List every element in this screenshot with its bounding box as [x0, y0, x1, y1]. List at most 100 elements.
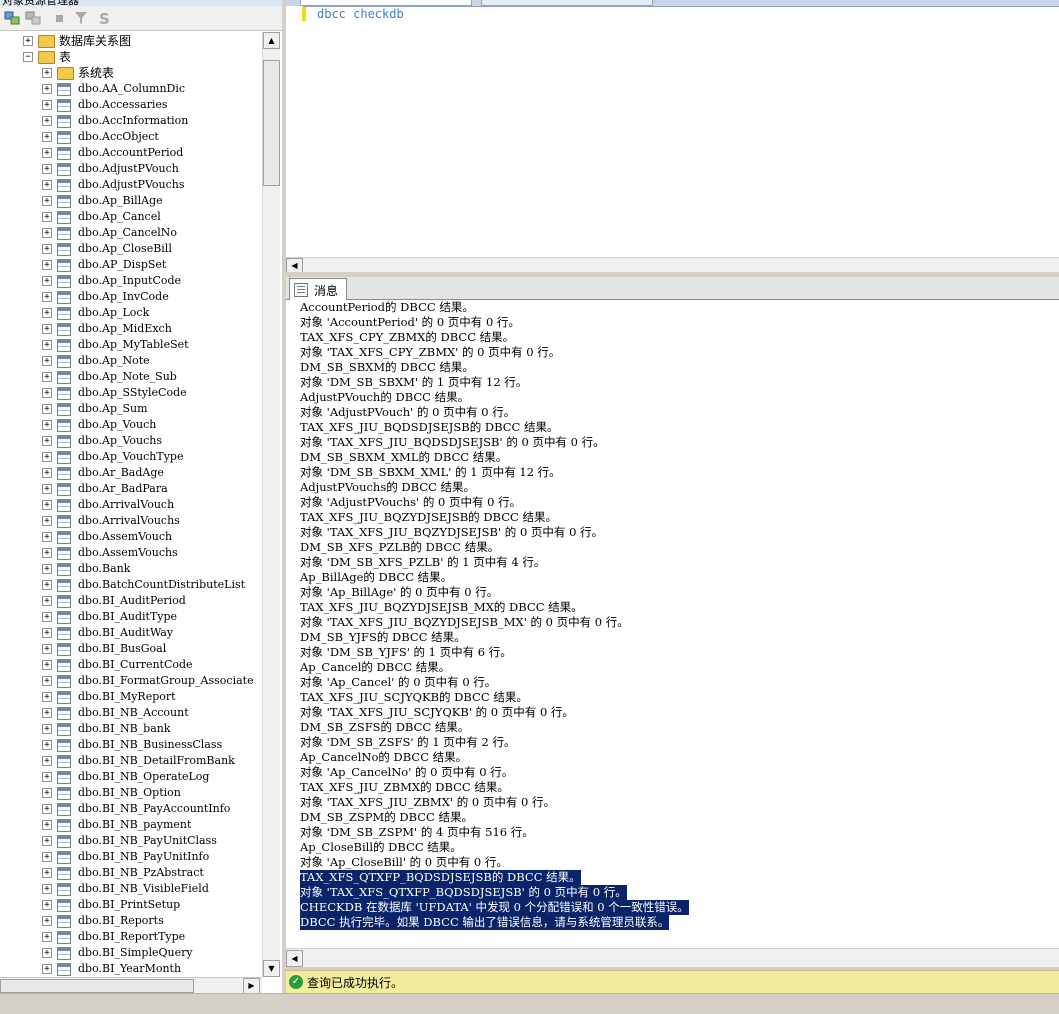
message-line[interactable]: AccountPeriod的 DBCC 结果。: [300, 300, 474, 315]
tree-table-node[interactable]: + dbo.BI_FormatGroup_Associate: [0, 673, 262, 689]
message-line[interactable]: DM_SB_ZSFS的 DBCC 结果。: [300, 720, 469, 735]
expand-icon[interactable]: +: [42, 836, 52, 846]
expand-icon[interactable]: +: [42, 596, 52, 606]
expand-icon[interactable]: +: [42, 212, 52, 222]
expand-icon[interactable]: +: [42, 692, 52, 702]
expand-icon[interactable]: +: [42, 164, 52, 174]
message-line[interactable]: DM_SB_YJFS的 DBCC 结果。: [300, 630, 466, 645]
expand-icon[interactable]: +: [42, 964, 52, 974]
tree-table-node[interactable]: + dbo.Ap_VouchType: [0, 449, 262, 465]
message-line[interactable]: DM_SB_SBXM_XML的 DBCC 结果。: [300, 450, 507, 465]
expand-icon[interactable]: +: [42, 292, 52, 302]
expand-icon[interactable]: +: [42, 148, 52, 158]
message-line[interactable]: TAX_XFS_JIU_ZBMX的 DBCC 结果。: [300, 780, 509, 795]
scroll-up-button[interactable]: ▲: [263, 32, 280, 49]
message-line[interactable]: TAX_XFS_JIU_SCJYQKB的 DBCC 结果。: [300, 690, 528, 705]
expand-icon[interactable]: +: [42, 676, 52, 686]
tree-table-node[interactable]: + dbo.AdjustPVouchs: [0, 177, 262, 193]
results-horizontal-scrollbar[interactable]: ◀: [286, 948, 1059, 967]
tree-table-node[interactable]: + dbo.BI_NB_Account: [0, 705, 262, 721]
expand-icon[interactable]: +: [42, 644, 52, 654]
hscroll-thumb[interactable]: [0, 979, 194, 993]
message-line[interactable]: 对象 'AdjustPVouch' 的 0 页中有 0 行。: [300, 405, 515, 420]
tree-vertical-scrollbar[interactable]: ▲ ▼: [262, 32, 280, 977]
tree-table-node[interactable]: + dbo.Ap_Sum: [0, 401, 262, 417]
expand-icon[interactable]: +: [42, 324, 52, 334]
message-line[interactable]: AdjustPVouchs的 DBCC 结果。: [300, 480, 475, 495]
message-line[interactable]: 对象 'DM_SB_YJFS' 的 1 页中有 6 行。: [300, 645, 512, 660]
message-line[interactable]: 对象 'TAX_XFS_JIU_SCJYQKB' 的 0 页中有 0 行。: [300, 705, 574, 720]
message-line[interactable]: 对象 'AdjustPVouchs' 的 0 页中有 0 行。: [300, 495, 521, 510]
message-line[interactable]: 对象 'DM_SB_SBXM_XML' 的 1 页中有 12 行。: [300, 465, 561, 480]
message-line[interactable]: 对象 'TAX_XFS_CPY_ZBMX' 的 0 页中有 0 行。: [300, 345, 560, 360]
message-line[interactable]: 对象 'TAX_XFS_JIU_BQZYDJSEJSB_MX' 的 0 页中有 …: [300, 615, 629, 630]
tree-table-node[interactable]: + dbo.BI_NB_VisibleField: [0, 881, 262, 897]
expand-icon[interactable]: +: [42, 484, 52, 494]
expand-icon[interactable]: +: [42, 516, 52, 526]
tree-table-node[interactable]: + dbo.BI_CurrentCode: [0, 657, 262, 673]
message-line[interactable]: 对象 'TAX_XFS_JIU_ZBMX' 的 0 页中有 0 行。: [300, 795, 555, 810]
tree-table-node[interactable]: + dbo.BI_NB_PayUnitInfo: [0, 849, 262, 865]
expand-icon[interactable]: +: [42, 756, 52, 766]
expand-icon[interactable]: +: [42, 660, 52, 670]
disconnect-icon[interactable]: [25, 10, 41, 26]
collapse-icon[interactable]: −: [23, 52, 33, 62]
expand-icon[interactable]: +: [42, 196, 52, 206]
message-line[interactable]: 对象 'DM_SB_XFS_PZLB' 的 1 页中有 4 行。: [300, 555, 545, 570]
message-line[interactable]: Ap_CancelNo的 DBCC 结果。: [300, 750, 467, 765]
refresh-icon[interactable]: S: [97, 10, 113, 28]
message-line[interactable]: AdjustPVouch的 DBCC 结果。: [300, 390, 469, 405]
expand-icon[interactable]: +: [42, 100, 52, 110]
tree-table-node[interactable]: + dbo.Ap_SStyleCode: [0, 385, 262, 401]
tree-table-node[interactable]: + dbo.Ap_MidExch: [0, 321, 262, 337]
tree-table-node[interactable]: + dbo.Ar_BadAge: [0, 465, 262, 481]
tree-table-node[interactable]: + dbo.AssemVouch: [0, 529, 262, 545]
message-line[interactable]: 对象 'DM_SB_ZSPM' 的 4 页中有 516 行。: [300, 825, 534, 840]
message-line[interactable]: Ap_CloseBill的 DBCC 结果。: [300, 840, 462, 855]
message-line[interactable]: 对象 'Ap_CloseBill' 的 0 页中有 0 行。: [300, 855, 508, 870]
expand-icon[interactable]: +: [42, 532, 52, 542]
message-line[interactable]: 对象 'TAX_XFS_JIU_BQDSDJSEJSB' 的 0 页中有 0 行…: [300, 435, 605, 450]
tree-table-node[interactable]: + dbo.Ap_Vouch: [0, 417, 262, 433]
tree-table-node[interactable]: + dbo.Ap_Note: [0, 353, 262, 369]
expand-icon[interactable]: +: [42, 612, 52, 622]
tree-table-node[interactable]: + dbo.BI_NB_PzAbstract: [0, 865, 262, 881]
message-line[interactable]: 对象 'Ap_BillAge' 的 0 页中有 0 行。: [300, 585, 498, 600]
tree-table-node[interactable]: + dbo.BI_NB_Option: [0, 785, 262, 801]
message-line[interactable]: 对象 'AccountPeriod' 的 0 页中有 0 行。: [300, 315, 520, 330]
tree-table-node[interactable]: + dbo.AssemVouchs: [0, 545, 262, 561]
expand-icon[interactable]: +: [42, 68, 52, 78]
expand-icon[interactable]: +: [42, 452, 52, 462]
tree-table-node[interactable]: + dbo.ArrivalVouchs: [0, 513, 262, 529]
expand-icon[interactable]: +: [42, 580, 52, 590]
tree-table-node[interactable]: + dbo.BI_Reports: [0, 913, 262, 929]
editor-horizontal-scrollbar[interactable]: ◀: [286, 257, 1059, 273]
expand-icon[interactable]: +: [42, 932, 52, 942]
expand-icon[interactable]: +: [42, 884, 52, 894]
tree-folder-node[interactable]: + 数据库关系图: [0, 33, 262, 49]
expand-icon[interactable]: +: [42, 916, 52, 926]
tree-table-node[interactable]: + dbo.AA_ColumnDic: [0, 81, 262, 97]
expand-icon[interactable]: +: [42, 948, 52, 958]
scroll-right-button[interactable]: ▶: [243, 978, 260, 993]
scroll-thumb[interactable]: [263, 60, 280, 186]
expand-icon[interactable]: +: [42, 724, 52, 734]
expand-icon[interactable]: +: [42, 852, 52, 862]
tree-folder-node[interactable]: − 表: [0, 49, 262, 65]
tab-messages[interactable]: 消息: [289, 278, 347, 300]
expand-icon[interactable]: +: [42, 468, 52, 478]
expand-icon[interactable]: +: [42, 132, 52, 142]
message-line[interactable]: Ap_BillAge的 DBCC 结果。: [300, 570, 452, 585]
tree-table-node[interactable]: + dbo.BatchCountDistributeList: [0, 577, 262, 593]
stop-icon[interactable]: [52, 10, 68, 26]
tree-table-node[interactable]: + dbo.Ar_BadPara: [0, 481, 262, 497]
tree-table-node[interactable]: + dbo.BI_PrintSetup: [0, 897, 262, 913]
expand-icon[interactable]: +: [42, 788, 52, 798]
message-line[interactable]: TAX_XFS_CPY_ZBMX的 DBCC 结果。: [300, 330, 514, 345]
expand-icon[interactable]: +: [42, 228, 52, 238]
expand-icon[interactable]: +: [23, 36, 33, 46]
tree-table-node[interactable]: + dbo.BI_NB_BusinessClass: [0, 737, 262, 753]
tree-table-node[interactable]: + dbo.BI_NB_OperateLog: [0, 769, 262, 785]
message-line[interactable]: DM_SB_XFS_PZLB的 DBCC 结果。: [300, 540, 499, 555]
expand-icon[interactable]: +: [42, 276, 52, 286]
